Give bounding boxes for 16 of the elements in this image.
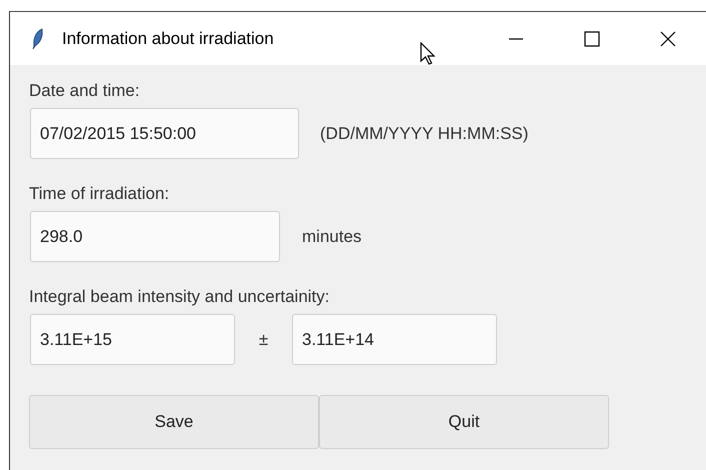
action-button[interactable]: Quit — [319, 395, 609, 449]
maximize-icon[interactable] — [584, 30, 600, 46]
time-field[interactable]: 298.0 — [30, 211, 280, 262]
intensity-field[interactable]: 3.11E+15 — [30, 314, 235, 365]
window-title: Information about irradiation — [62, 28, 274, 48]
close-icon[interactable] — [660, 30, 676, 46]
action-button[interactable]: Save — [29, 395, 319, 449]
uncertainty-field[interactable]: 3.11E+14 — [292, 314, 497, 365]
date-field[interactable]: 07/02/2015 15:50:00 — [30, 108, 299, 159]
plus-minus-sign: ± — [258, 330, 270, 350]
field-label: Date and time: — [29, 81, 141, 101]
unit-label: minutes — [302, 226, 362, 246]
field-label: Integral beam intensity and uncertainity: — [29, 287, 331, 307]
field-label: Time of irradiation: — [29, 184, 170, 204]
feather-icon — [32, 28, 44, 50]
format-hint: (DD/MM/YYYY HH:MM:SS) — [320, 124, 528, 144]
